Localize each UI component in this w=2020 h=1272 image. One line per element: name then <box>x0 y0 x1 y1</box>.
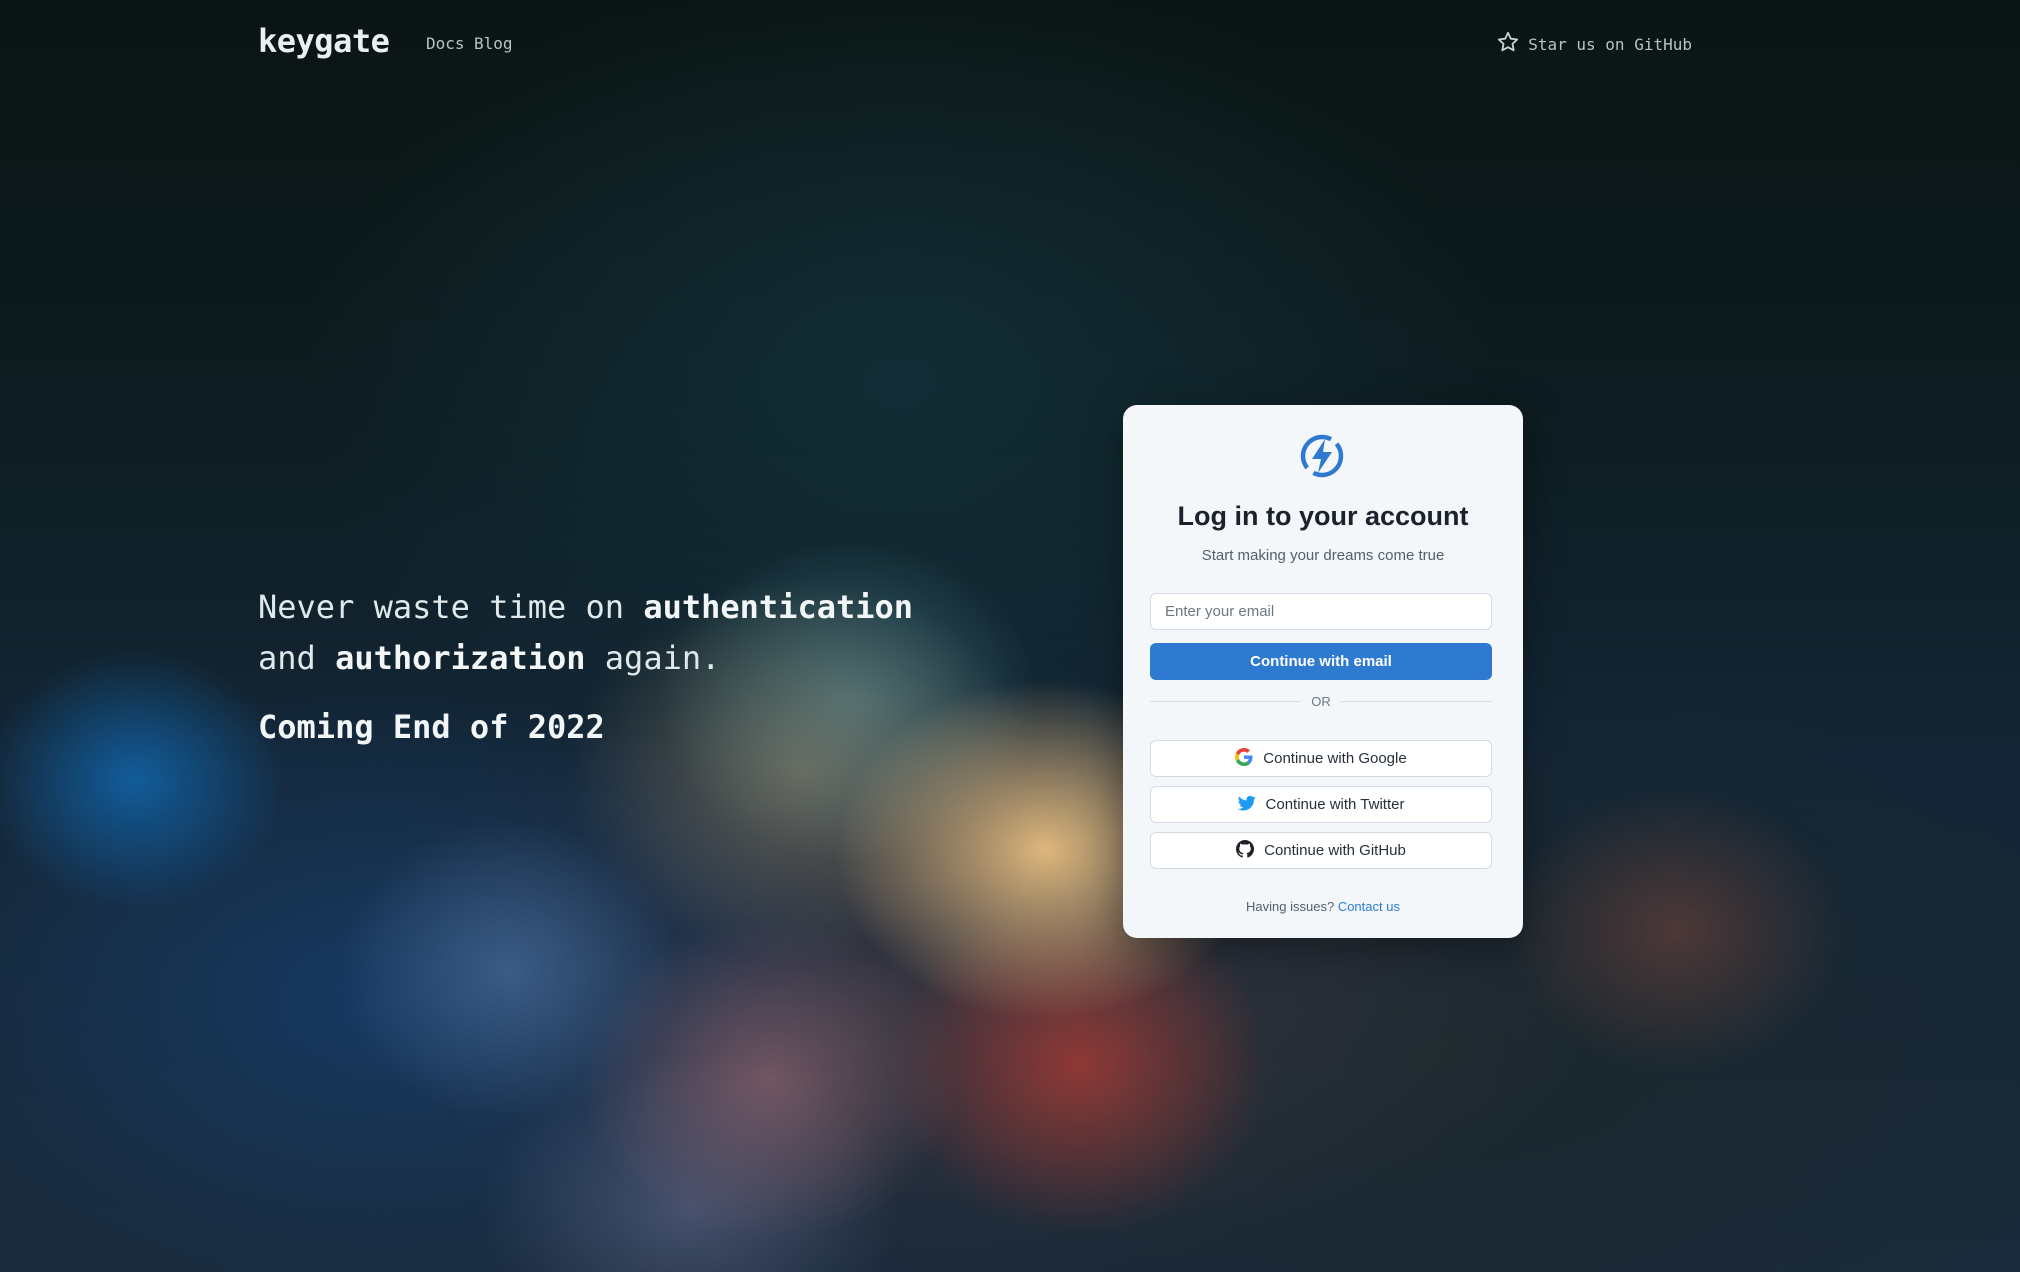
help-text: Having issues? Contact us <box>1123 899 1523 914</box>
bolt-circle-icon <box>1299 433 1345 479</box>
tagline-bold-authorization: authorization <box>335 639 586 677</box>
tagline-text-3: again. <box>585 639 721 677</box>
star-on-github-link[interactable]: Star us on GitHub <box>1496 30 1692 58</box>
nav-link-blog[interactable]: Blog <box>474 34 513 53</box>
continue-with-github-button[interactable]: Continue with GitHub <box>1150 832 1492 869</box>
or-label: OR <box>1311 693 1331 709</box>
continue-with-twitter-button[interactable]: Continue with Twitter <box>1150 786 1492 823</box>
divider-line-left <box>1150 700 1302 702</box>
coming-soon-text: Coming End of 2022 <box>258 708 605 746</box>
github-star-label: Star us on GitHub <box>1528 34 1692 54</box>
continue-with-google-button[interactable]: Continue with Google <box>1150 740 1492 777</box>
help-question: Having issues? <box>1246 899 1335 914</box>
google-icon <box>1235 747 1253 770</box>
hero-tagline: Never waste time on authentication and a… <box>258 582 958 684</box>
github-button-label: Continue with GitHub <box>1264 842 1406 859</box>
tagline-text-1: Never waste time on <box>258 588 644 626</box>
hero-section: Never waste time on authentication and a… <box>258 582 958 746</box>
continue-with-email-button[interactable]: Continue with email <box>1150 643 1492 680</box>
login-subtitle: Start making your dreams come true <box>1201 547 1445 564</box>
divider-line-right <box>1340 700 1492 702</box>
nav-link-docs[interactable]: Docs <box>426 34 465 53</box>
contact-us-link[interactable]: Contact us <box>1338 899 1400 914</box>
twitter-button-label: Continue with Twitter <box>1265 796 1405 813</box>
star-icon <box>1496 30 1520 58</box>
email-input[interactable] <box>1150 593 1492 630</box>
brand-logo-text[interactable]: keygate <box>258 22 390 60</box>
github-icon <box>1236 839 1255 862</box>
top-nav: keygate Docs Blog Star us on GitHub <box>0 0 2020 90</box>
tagline-text-2: and <box>258 639 336 677</box>
login-title: Log in to your account <box>1177 501 1469 531</box>
tagline-bold-authentication: authentication <box>643 588 914 626</box>
google-button-label: Continue with Google <box>1263 750 1407 767</box>
twitter-icon <box>1237 794 1256 816</box>
login-card: Log in to your account Start making your… <box>1123 405 1523 938</box>
or-divider: OR <box>1150 691 1492 711</box>
